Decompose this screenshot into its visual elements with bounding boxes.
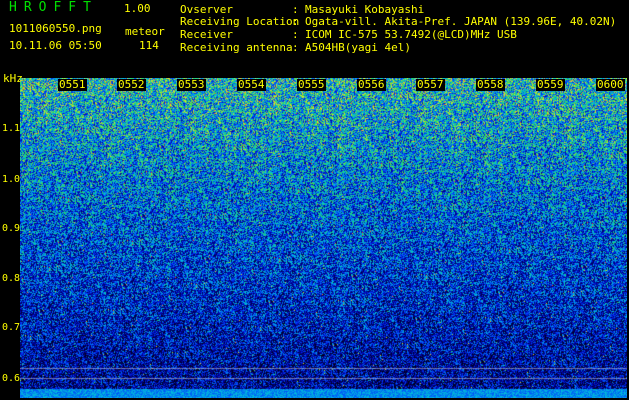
spectrogram	[20, 78, 627, 398]
time-label: 0558	[476, 78, 505, 91]
time-label: 0600	[596, 78, 625, 91]
time-label: 0555	[297, 78, 326, 91]
location-label: Receiving Location	[180, 15, 300, 28]
detection-count: 114	[139, 39, 159, 52]
time-label: 0557	[416, 78, 445, 91]
y-tick: 0.6	[2, 373, 21, 384]
time-label: 0559	[536, 78, 565, 91]
y-tick: 1.1	[2, 123, 21, 134]
receiver-label: Receiver	[180, 28, 233, 41]
colon: :	[292, 41, 299, 54]
datetime: 10.11.06 05:50	[9, 39, 102, 52]
file-name: 1011060550.png	[9, 22, 102, 35]
app-version: 1.00	[124, 2, 151, 15]
antenna-label: Receiving antenna	[180, 41, 293, 54]
colon: :	[292, 28, 299, 41]
time-label: 0551	[58, 78, 87, 91]
receiver-value: ICOM IC-575 53.7492(@LCD)MHz USB	[305, 28, 517, 41]
app-title: HROFFT	[9, 0, 98, 15]
colon: :	[292, 15, 299, 28]
time-label: 0554	[237, 78, 266, 91]
antenna-value: A504HB(yagi 4el)	[305, 41, 411, 54]
mode-label: meteor	[125, 25, 165, 38]
location-value: Ogata-vill. Akita-Pref. JAPAN (139.96E, …	[305, 15, 617, 28]
y-tick: 1.0	[2, 174, 21, 185]
y-tick: 0.7	[2, 322, 21, 333]
y-tick: 0.9	[2, 223, 21, 234]
time-label: 0552	[117, 78, 146, 91]
y-tick: 0.8	[2, 273, 21, 284]
time-label: 0556	[357, 78, 386, 91]
time-label: 0553	[177, 78, 206, 91]
